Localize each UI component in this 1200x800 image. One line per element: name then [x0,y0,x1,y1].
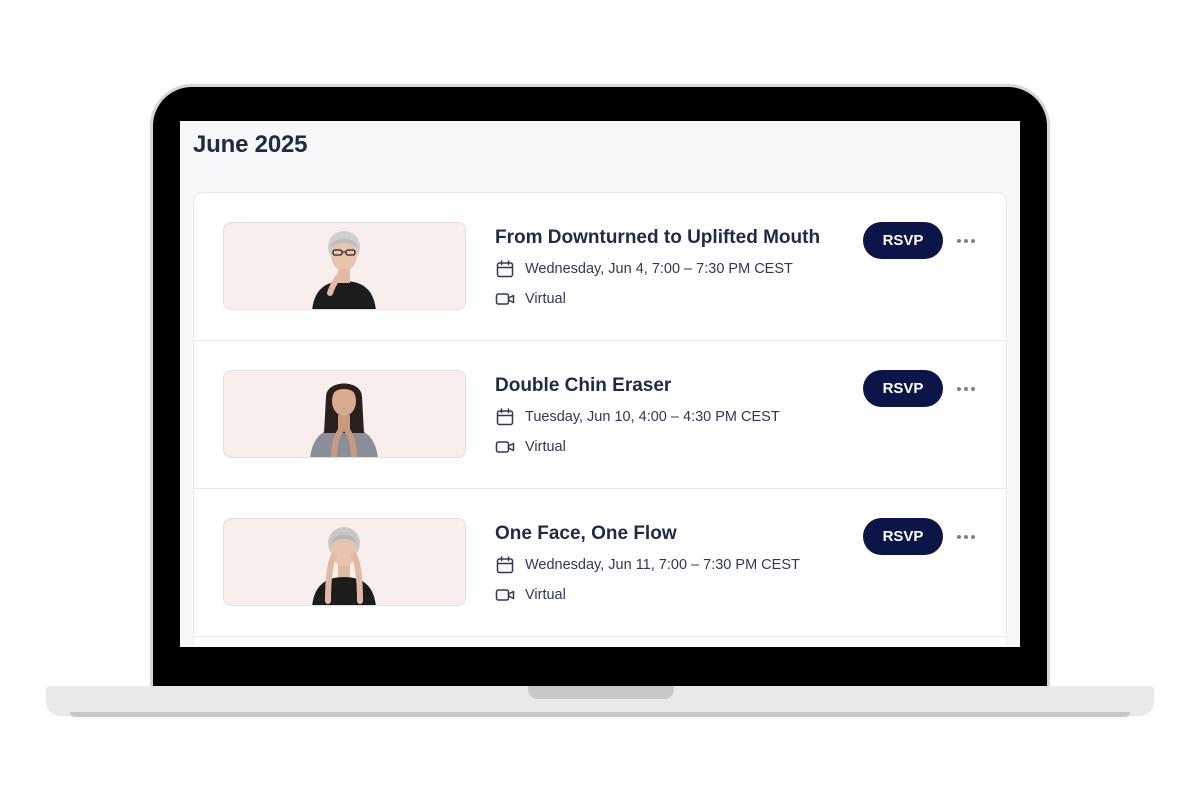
instructor-photo [310,383,378,457]
video-camera-icon [495,585,515,605]
event-venue: Virtual [495,289,566,309]
event-row[interactable]: Double Chin Eraser Tuesday, Jun 10, 4:00… [194,341,1006,489]
video-camera-icon [495,437,515,457]
more-horizontal-icon [957,535,975,539]
laptop-screen: June 2025 From Downturned to Uplifted Mo… [180,121,1020,647]
event-venue: Virtual [495,437,566,457]
event-date-text: Wednesday, Jun 11, 7:00 – 7:30 PM CEST [525,557,800,573]
laptop-base-shadow [70,712,1130,717]
event-thumbnail[interactable] [223,370,466,458]
more-horizontal-icon [957,387,975,391]
rsvp-button[interactable]: RSVP [863,222,943,259]
page-title: June 2025 [193,131,308,158]
more-options-button[interactable] [953,527,979,547]
instructor-photo [312,527,376,605]
event-venue: Virtual [495,585,566,605]
rsvp-button[interactable]: RSVP [863,518,943,555]
event-row[interactable]: One Face, One Flow Wednesday, Jun 11, 7:… [194,489,1006,637]
event-date: Wednesday, Jun 4, 7:00 – 7:30 PM CEST [495,259,793,279]
event-venue-text: Virtual [525,587,566,603]
events-list: From Downturned to Uplifted Mouth Wednes… [193,192,1007,647]
event-date-text: Wednesday, Jun 4, 7:00 – 7:30 PM CEST [525,261,793,277]
event-thumbnail[interactable] [223,222,466,310]
event-date: Tuesday, Jun 10, 4:00 – 4:30 PM CEST [495,407,780,427]
event-title[interactable]: Double Chin Eraser [495,375,671,397]
video-camera-icon [495,289,515,309]
event-date-text: Tuesday, Jun 10, 4:00 – 4:30 PM CEST [525,409,780,425]
event-title[interactable]: From Downturned to Uplifted Mouth [495,227,820,249]
instructor-photo [312,231,376,309]
more-options-button[interactable] [953,379,979,399]
more-options-button[interactable] [953,231,979,251]
event-row[interactable]: From Downturned to Uplifted Mouth Wednes… [194,193,1006,341]
laptop-notch [528,686,674,699]
event-venue-text: Virtual [525,291,566,307]
more-horizontal-icon [957,239,975,243]
event-venue-text: Virtual [525,439,566,455]
calendar-icon [495,555,515,575]
calendar-icon [495,407,515,427]
event-date: Wednesday, Jun 11, 7:00 – 7:30 PM CEST [495,555,800,575]
event-title[interactable]: One Face, One Flow [495,523,677,545]
calendar-icon [495,259,515,279]
rsvp-button[interactable]: RSVP [863,370,943,407]
event-thumbnail[interactable] [223,518,466,606]
